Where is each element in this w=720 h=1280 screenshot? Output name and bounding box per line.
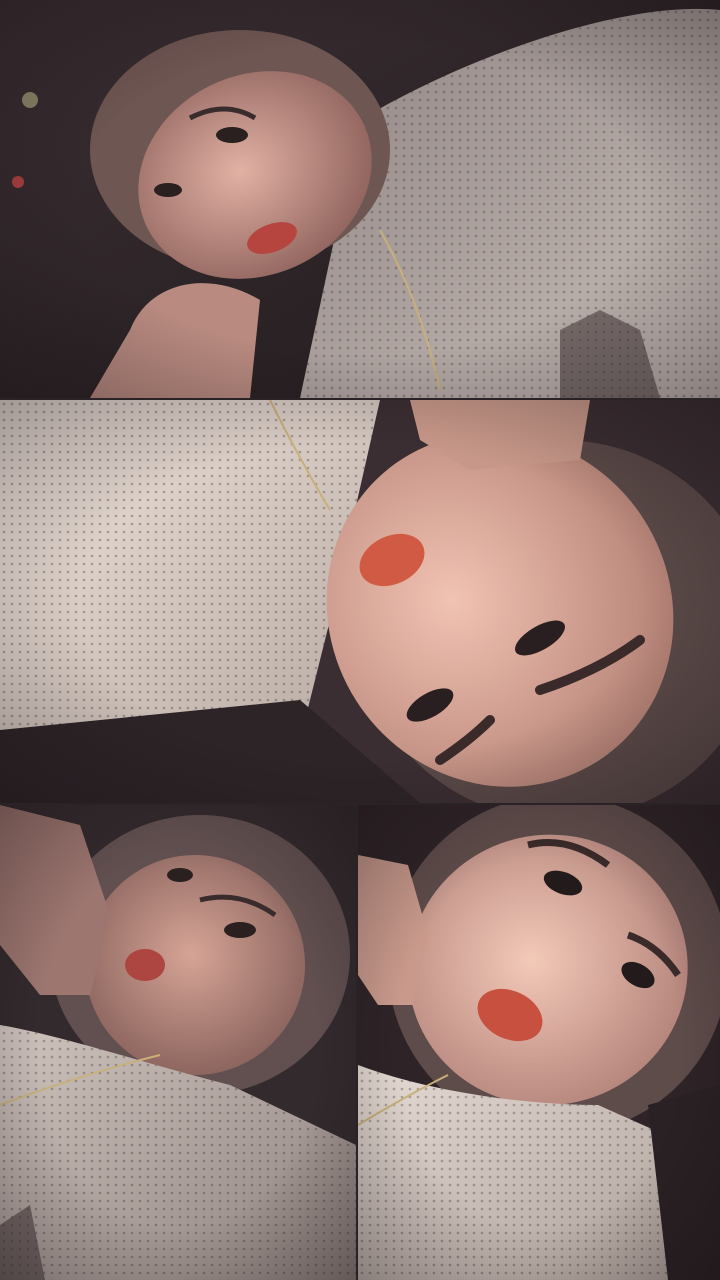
photo-top — [0, 0, 720, 398]
photo-panel-bottom-left — [0, 805, 356, 1280]
photo-bottom-right — [358, 805, 720, 1280]
photo-bottom-left — [0, 805, 356, 1280]
photo-middle — [0, 400, 720, 803]
photo-panel-middle — [0, 400, 720, 803]
photo-panel-bottom-right — [358, 805, 720, 1280]
eye — [216, 127, 248, 143]
eye — [167, 868, 193, 882]
lips — [125, 949, 165, 981]
eye — [224, 922, 256, 938]
photo-panel-top — [0, 0, 720, 398]
bokeh-light — [22, 92, 38, 108]
bokeh-light — [12, 176, 24, 188]
eye — [154, 183, 182, 197]
